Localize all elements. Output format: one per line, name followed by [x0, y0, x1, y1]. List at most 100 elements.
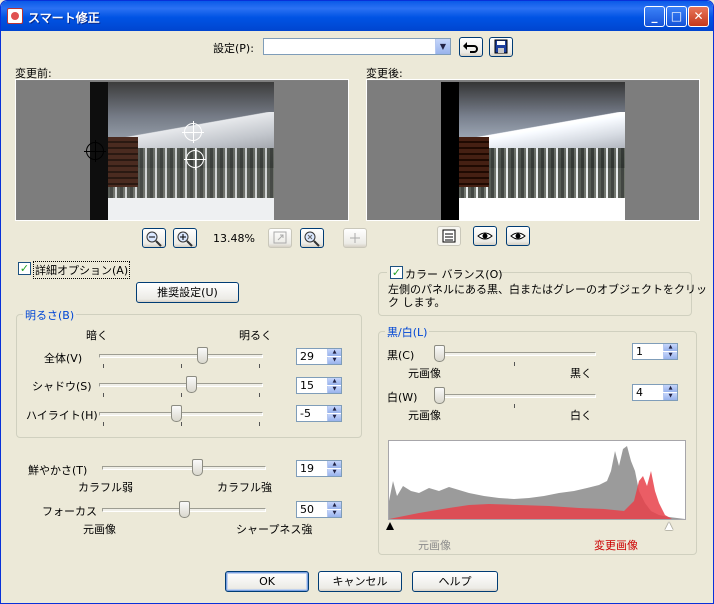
reset-settings-button[interactable] — [459, 37, 483, 57]
white-low-caption: 元画像 — [408, 409, 441, 422]
spin-down-icon[interactable]: ▼ — [327, 386, 341, 393]
shadow-slider-thumb[interactable] — [186, 376, 198, 393]
highlight-slider-thumb[interactable] — [170, 405, 182, 422]
ok-button[interactable]: OK — [225, 571, 309, 592]
zoom-out-button[interactable] — [142, 228, 166, 248]
overall-value: 29 — [300, 350, 314, 363]
magnifier-minus-icon — [146, 231, 162, 247]
spin-down-icon[interactable]: ▼ — [327, 357, 341, 364]
after-photo — [441, 82, 625, 220]
settings-label: 設定(P): — [213, 42, 254, 55]
white-value: 4 — [636, 386, 643, 399]
title-bar: スマート修正 _ □ ✕ — [1, 1, 713, 31]
spin-up-icon[interactable]: ▲ — [327, 378, 341, 385]
save-disk-icon — [494, 39, 508, 54]
vividness-slider-thumb[interactable] — [192, 459, 204, 476]
eye-icon — [510, 232, 526, 240]
advanced-options-checkbox[interactable]: ✓ — [18, 262, 31, 275]
black-value: 1 — [636, 345, 643, 358]
overall-slider-track[interactable] — [99, 354, 263, 358]
fit-window-icon — [273, 231, 287, 244]
zoom-level: 13.48% — [213, 232, 255, 245]
black-slider-track[interactable] — [434, 352, 596, 356]
black-low-caption: 元画像 — [408, 367, 441, 380]
spin-up-icon[interactable]: ▲ — [327, 349, 341, 356]
close-button[interactable]: ✕ — [688, 6, 709, 27]
histogram-graph — [389, 446, 685, 519]
window-title: スマート修正 — [28, 11, 100, 25]
white-high-caption: 白く — [570, 409, 592, 422]
before-preview-panel[interactable] — [15, 79, 349, 221]
list-view-icon — [442, 229, 456, 243]
shadow-spinbox[interactable]: 15 ▲ ▼ — [296, 377, 342, 394]
spin-down-icon[interactable]: ▼ — [663, 393, 677, 400]
color-balance-checkbox[interactable]: ✓ — [390, 266, 403, 279]
overall-label: 全体(V) — [44, 352, 83, 365]
white-slider-track[interactable] — [434, 394, 596, 398]
fit-window-button[interactable] — [268, 228, 292, 248]
brightness-title: 明るさ(B) — [23, 307, 77, 323]
shadow-value: 15 — [300, 379, 314, 392]
vividness-label: 鮮やかさ(T) — [28, 464, 88, 477]
sample-point-crosshair-icon[interactable] — [182, 121, 204, 143]
overall-slider-thumb[interactable] — [196, 347, 208, 364]
black-label: 黒(C) — [387, 349, 415, 362]
chevron-down-icon[interactable]: ▼ — [435, 39, 450, 54]
color-balance-desc-2: ク します。 — [388, 296, 446, 309]
spin-up-icon[interactable]: ▲ — [327, 461, 341, 468]
focus-label: フォーカス — [42, 505, 97, 518]
focus-spinbox[interactable]: 50 ▲ ▼ — [296, 501, 342, 518]
white-spinbox[interactable]: 4 ▲ ▼ — [632, 384, 678, 401]
focus-value: 50 — [300, 503, 314, 516]
advanced-options-label[interactable]: 詳細オプション(A) — [33, 261, 131, 279]
shadow-slider-track[interactable] — [99, 383, 263, 387]
sample-point-crosshair-icon[interactable] — [184, 148, 206, 170]
white-slider-thumb[interactable] — [434, 387, 445, 404]
black-slider-thumb[interactable] — [434, 345, 445, 362]
spin-down-icon[interactable]: ▼ — [663, 352, 677, 359]
settings-dropdown[interactable]: ▼ — [263, 38, 451, 55]
recommended-settings-button[interactable]: 推奨設定(U) — [136, 282, 239, 303]
spin-up-icon[interactable]: ▲ — [327, 406, 341, 413]
black-spinbox[interactable]: 1 ▲ ▼ — [632, 343, 678, 360]
maximize-button[interactable]: □ — [666, 6, 687, 27]
redeye-button[interactable] — [506, 226, 530, 246]
highlight-label: ハイライト(H) — [26, 409, 98, 422]
vividness-value: 19 — [300, 462, 314, 475]
magnifier-plus-icon — [177, 231, 193, 247]
zoom-in-button[interactable] — [173, 228, 197, 248]
cancel-button[interactable]: キャンセル — [318, 571, 402, 592]
spin-up-icon[interactable]: ▲ — [327, 502, 341, 509]
white-point-marker-icon[interactable] — [665, 522, 673, 530]
eye-brush-icon — [477, 232, 493, 240]
minimize-button[interactable]: _ — [644, 6, 665, 27]
help-button[interactable]: ヘルプ — [412, 571, 498, 592]
vividness-slider-track[interactable] — [102, 466, 266, 470]
smart-fix-dialog: スマート修正 _ □ ✕ 設定(P): ▼ 変更前: 変更後: 13.48% ✓… — [0, 0, 714, 604]
black-white-title: 黒/白(L) — [385, 324, 430, 340]
redeye-brush-button[interactable] — [473, 226, 497, 246]
save-settings-button[interactable] — [489, 37, 513, 57]
shadow-label: シャドウ(S) — [32, 380, 92, 393]
histogram-original-label: 元画像 — [418, 539, 451, 552]
before-photo[interactable] — [90, 82, 274, 220]
highlight-spinbox[interactable]: -5 ▲ ▼ — [296, 405, 342, 422]
spin-up-icon[interactable]: ▲ — [663, 385, 677, 392]
black-high-caption: 黒く — [570, 367, 592, 380]
focus-slider-thumb[interactable] — [178, 501, 190, 518]
overall-spinbox[interactable]: 29 ▲ ▼ — [296, 348, 342, 365]
color-balance-label[interactable]: カラー バランス(O) — [405, 266, 503, 282]
split-view-button[interactable] — [437, 226, 461, 246]
vividness-spinbox[interactable]: 19 ▲ ▼ — [296, 460, 342, 477]
sample-point-crosshair-icon[interactable] — [84, 140, 106, 162]
focus-low-caption: 元画像 — [83, 523, 116, 536]
actual-size-button[interactable] — [300, 228, 324, 248]
black-point-marker-icon[interactable] — [386, 522, 394, 530]
spin-down-icon[interactable]: ▼ — [327, 510, 341, 517]
white-label: 白(W) — [387, 391, 418, 404]
spin-down-icon[interactable]: ▼ — [327, 469, 341, 476]
spin-down-icon[interactable]: ▼ — [327, 414, 341, 421]
move-button[interactable] — [343, 228, 367, 248]
focus-high-caption: シャープネス強 — [236, 523, 313, 536]
spin-up-icon[interactable]: ▲ — [663, 344, 677, 351]
